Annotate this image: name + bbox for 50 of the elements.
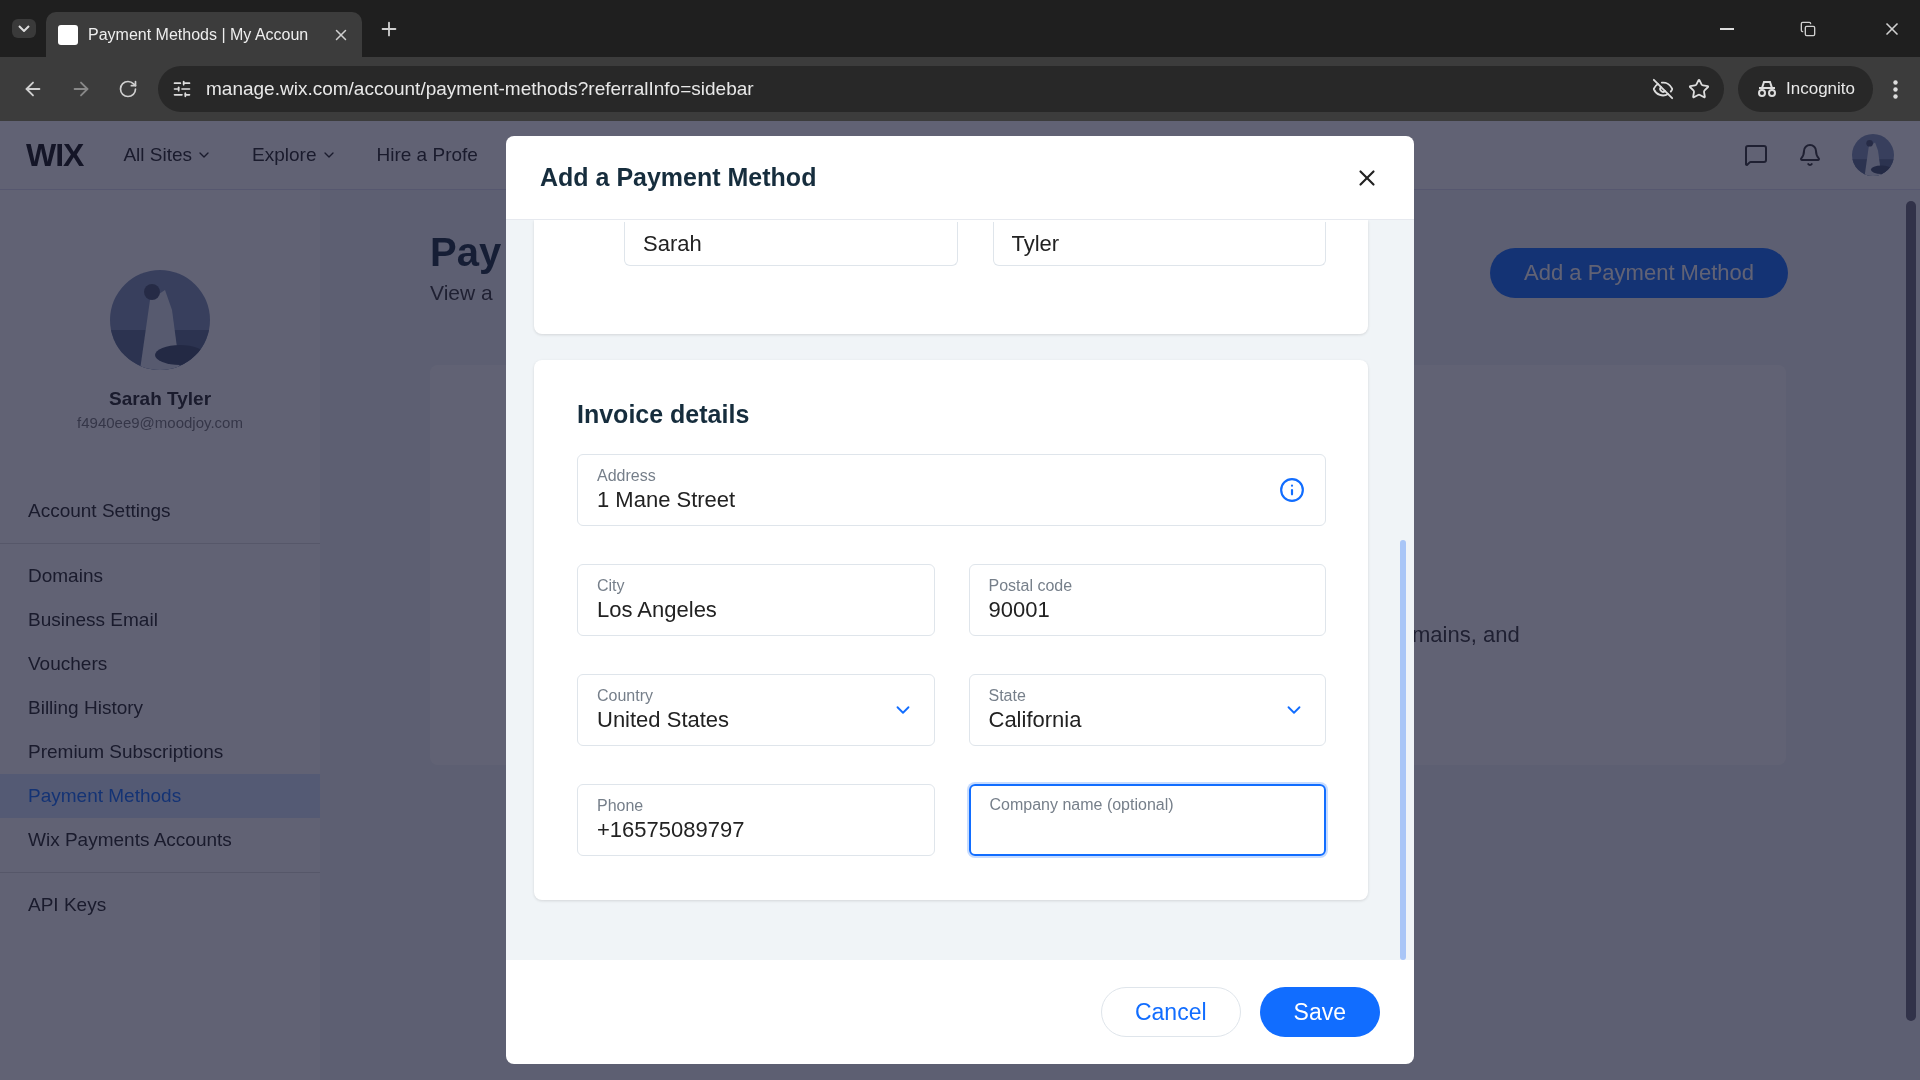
sidebar-item[interactable]: Business Email bbox=[0, 598, 320, 642]
page-title: Pay bbox=[430, 230, 502, 275]
tab-title: Payment Methods | My Accoun bbox=[88, 25, 310, 44]
address-bar[interactable]: manage.wix.com/account/payment-methods?referralInfo=sidebar bbox=[158, 66, 1724, 112]
dropdown-field[interactable]: Country United States bbox=[577, 674, 935, 746]
sidebar-item[interactable]: Premium Subscriptions bbox=[0, 730, 320, 774]
name-field[interactable]: Tyler bbox=[992, 222, 1326, 266]
incognito-button[interactable]: Incognito bbox=[1738, 66, 1873, 112]
sidebar-item[interactable]: Domains bbox=[0, 554, 320, 598]
dialog-scrollbar[interactable] bbox=[1400, 540, 1406, 960]
sidebar-item[interactable]: Billing History bbox=[0, 686, 320, 730]
restore-icon bbox=[1800, 20, 1816, 37]
page-scrollbar[interactable] bbox=[1906, 201, 1916, 1021]
sidebar-item[interactable]: Vouchers bbox=[0, 642, 320, 686]
info-icon[interactable] bbox=[1279, 477, 1305, 503]
site-favicon-icon bbox=[58, 24, 78, 45]
wix-logo[interactable]: WIX bbox=[26, 136, 84, 174]
input-field[interactable]: Phone +16575089797 bbox=[577, 784, 935, 856]
input-field[interactable]: Company name (optional) bbox=[968, 784, 1326, 856]
input-field[interactable]: Postal code 90001 bbox=[968, 564, 1326, 636]
incognito-icon bbox=[1756, 80, 1778, 98]
user-name: Sarah Tyler bbox=[107, 388, 213, 410]
notifications-bell-icon[interactable] bbox=[1798, 143, 1822, 167]
page-subtitle: View a bbox=[430, 281, 494, 305]
menu-icon bbox=[1893, 79, 1898, 99]
chevron-down-icon bbox=[18, 25, 30, 32]
reload-icon bbox=[118, 79, 138, 99]
input-field[interactable]: City Los Angeles bbox=[577, 564, 935, 636]
section-title: Invoice details bbox=[577, 400, 751, 429]
input-field[interactable]: Address 1 Mane Street bbox=[577, 454, 1326, 526]
nav-menu-item[interactable]: All Sites bbox=[123, 144, 213, 166]
sidebar-item[interactable]: Wix Payments Accounts bbox=[0, 818, 320, 862]
sidebar-item[interactable]: Account Settings bbox=[0, 489, 320, 533]
save-button[interactable]: Save bbox=[1259, 987, 1380, 1037]
bookmark-star-icon[interactable] bbox=[1688, 78, 1710, 100]
dialog-title: Add a Payment Method bbox=[540, 163, 818, 192]
tab-list-button[interactable] bbox=[12, 19, 36, 38]
minimize-icon bbox=[1720, 27, 1734, 30]
chat-icon[interactable] bbox=[1744, 143, 1768, 167]
url-text: manage.wix.com/account/payment-methods?referralInfo=sidebar bbox=[206, 78, 755, 100]
nav-menu-item[interactable]: Hire a Profe bbox=[376, 144, 478, 166]
name-field[interactable]: Sarah bbox=[624, 222, 958, 266]
nav-menu-item[interactable]: Explore bbox=[252, 144, 337, 166]
dropdown-field[interactable]: State California bbox=[968, 674, 1326, 746]
sidebar-item[interactable]: API Keys bbox=[0, 883, 320, 927]
tracking-blocked-icon[interactable] bbox=[1652, 78, 1674, 100]
cancel-button[interactable]: Cancel bbox=[1100, 987, 1241, 1037]
site-info-icon[interactable] bbox=[172, 79, 192, 99]
body-text: mains, and bbox=[1412, 622, 1520, 648]
browser-tab[interactable]: Payment Methods | My Accoun bbox=[46, 12, 362, 57]
